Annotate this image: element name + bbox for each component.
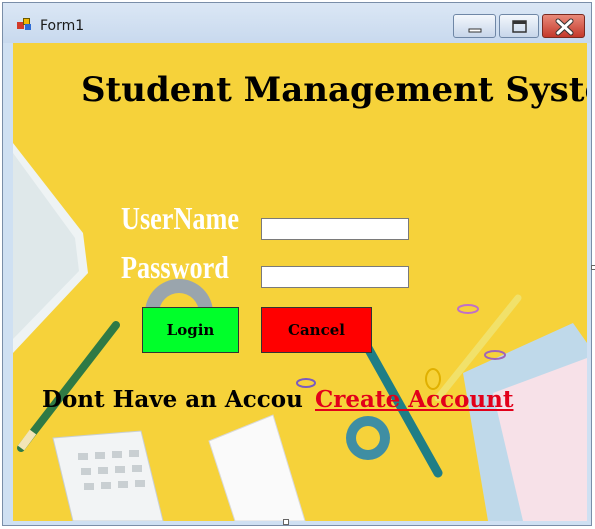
window-title: Form1 <box>40 18 85 34</box>
login-button[interactable]: Login <box>142 307 239 353</box>
password-input[interactable] <box>261 266 409 288</box>
form-window: Form1 Student Management Syster UserName… <box>2 2 595 526</box>
close-button[interactable] <box>542 14 585 38</box>
minimize-button[interactable] <box>453 14 496 38</box>
maximize-button[interactable] <box>499 14 539 38</box>
minimize-icon <box>468 28 482 33</box>
create-account-link[interactable]: Create Account <box>315 386 514 413</box>
title-bar[interactable]: Form1 <box>3 3 591 43</box>
username-label: UserName <box>121 200 240 236</box>
maximize-icon <box>512 20 527 33</box>
resize-handle-right[interactable] <box>591 265 595 270</box>
no-account-text: Dont Have an Accou <box>42 386 303 413</box>
page-title: Student Management Syster <box>81 70 587 110</box>
password-label: Password <box>121 249 229 285</box>
cancel-button[interactable]: Cancel <box>261 307 372 353</box>
close-icon <box>555 18 574 36</box>
username-input[interactable] <box>261 218 409 240</box>
resize-handle-bottom[interactable] <box>283 519 289 525</box>
form-app-icon <box>17 18 31 30</box>
form-client-area: Student Management Syster UserName Passw… <box>13 43 587 521</box>
